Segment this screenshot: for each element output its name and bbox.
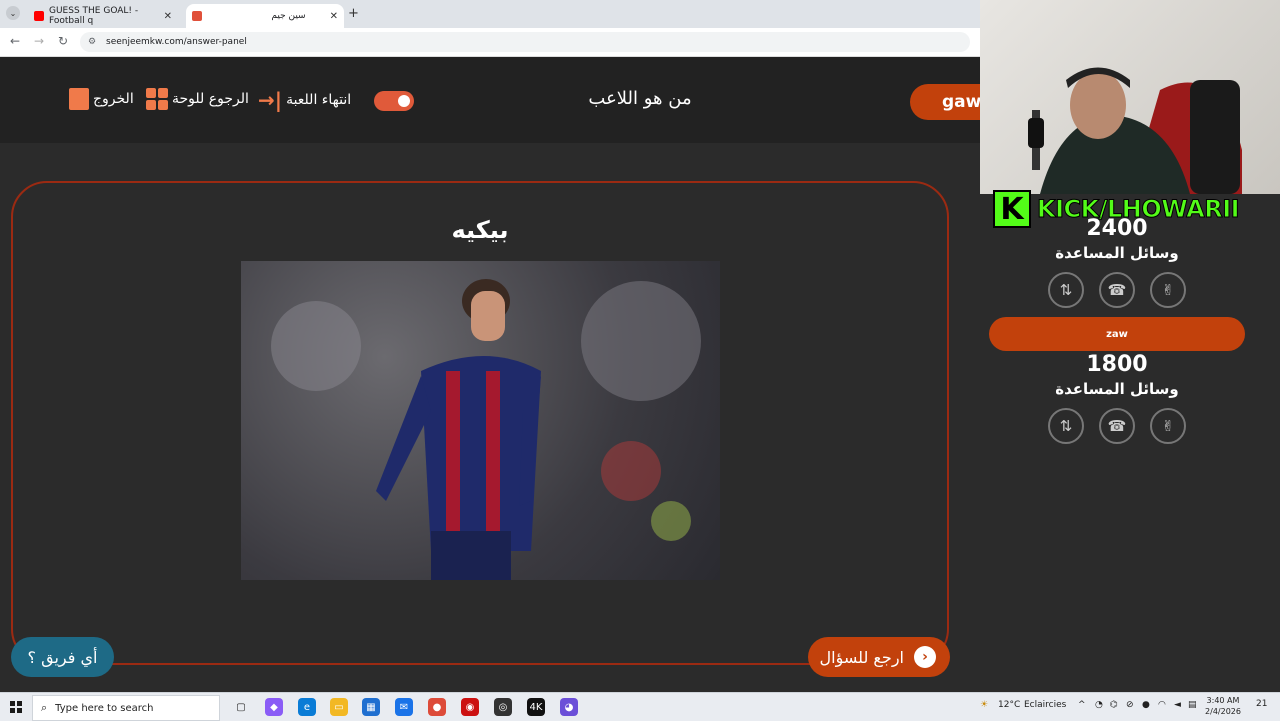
url-field[interactable]: ⚙ seenjeemkw.com/answer-panel (80, 32, 970, 52)
store-icon[interactable]: ▦ (362, 698, 380, 716)
back-arrow-icon[interactable]: ← (10, 34, 20, 48)
weather-desc[interactable]: Eclaircies (1024, 700, 1066, 710)
address-bar: ← → ↻ ⚙ seenjeemkw.com/answer-panel (0, 28, 980, 57)
network-icon[interactable]: ⌬ (1110, 700, 1118, 710)
clock-time: 3:40 AM (1206, 696, 1240, 705)
player-photo (241, 261, 720, 580)
microphone-icon[interactable]: ● (1142, 700, 1150, 710)
notification-icon[interactable]: 21 (1256, 699, 1270, 713)
player-figure (376, 279, 541, 580)
taskbar: ⌕ Type here to search ▢ ◆ e ▭ ▦ ✉ ● ◉ ◎ … (0, 692, 1280, 721)
forward-arrow-icon[interactable]: → (34, 34, 44, 48)
chevron-up-icon[interactable]: ^ (1078, 700, 1086, 710)
webcam-overlay (980, 0, 1280, 194)
site-favicon-icon (192, 11, 202, 21)
search-placeholder: Type here to search (55, 702, 154, 714)
app-red-icon[interactable]: ◉ (461, 698, 479, 716)
clock-date: 2/4/2026 (1205, 707, 1241, 716)
which-team-button[interactable]: أي فريق ؟ (11, 637, 114, 677)
youtube-icon (34, 11, 44, 21)
team1-aids: ⇅ ☎ ✌ (1048, 272, 1186, 308)
file-explorer-icon[interactable]: ▭ (330, 698, 348, 716)
tab-title: سين جيم (271, 11, 306, 21)
team1-aids-label: وسائل المساعدة (1055, 244, 1179, 262)
task-view-icon[interactable]: ▢ (232, 698, 250, 716)
obs-icon[interactable]: ◎ (494, 698, 512, 716)
url-text: seenjeemkw.com/answer-panel (106, 37, 247, 47)
copilot-icon[interactable]: ◆ (265, 698, 283, 716)
team1-score: 2400 (1086, 216, 1148, 241)
tab-title: GUESS THE GOAL! - Football q (49, 6, 139, 26)
exit-button[interactable]: الخروج (69, 88, 134, 110)
grid-icon (146, 88, 168, 110)
swap-icon[interactable]: ⇅ (1048, 272, 1084, 308)
team2-name-bar: zaw (989, 317, 1245, 351)
language-icon[interactable]: ▤ (1188, 700, 1197, 710)
taskbar-search[interactable]: ⌕ Type here to search (32, 695, 220, 721)
swap-icon[interactable]: ⇅ (1048, 408, 1084, 444)
answer-text: بيكيه (451, 216, 509, 244)
close-icon[interactable]: ✕ (164, 11, 172, 22)
new-tab-icon[interactable]: + (348, 6, 359, 21)
victory-hand-icon[interactable]: ✌ (1150, 408, 1186, 444)
browser-tab-bar: ⌄ GUESS THE GOAL! - Football q ✕ سين جيم… (0, 0, 980, 28)
close-icon[interactable]: ✕ (330, 11, 338, 22)
volume-icon[interactable]: ◄ (1174, 700, 1181, 710)
streamer-webcam (1028, 67, 1242, 194)
app-4k-icon[interactable]: 4K (527, 698, 545, 716)
search-icon: ⌕ (41, 701, 48, 714)
exit-label: الخروج (93, 91, 134, 107)
browser-tab-2[interactable]: سين جيم ✕ (186, 4, 344, 28)
back-to-board-label: الرجوع للوحة (172, 91, 249, 107)
phone-icon[interactable]: ☎ (1099, 272, 1135, 308)
team2-score: 1800 (1086, 352, 1148, 377)
arrow-right-bar-icon: →| (258, 88, 283, 112)
chevron-right-icon: › (914, 646, 936, 668)
victory-hand-icon[interactable]: ✌ (1150, 272, 1186, 308)
end-game-button[interactable]: →| انتهاء اللعبة (258, 88, 351, 112)
windows-start-icon[interactable] (10, 701, 22, 713)
reload-icon[interactable]: ↻ (58, 34, 68, 48)
end-game-label: انتهاء اللعبة (286, 92, 352, 108)
weather-temp[interactable]: 12°C (998, 700, 1020, 710)
page-title: من هو اللاعب (588, 88, 692, 109)
back-to-question-button[interactable]: ارجع للسؤال › (808, 637, 950, 677)
back-to-board-button[interactable]: الرجوع للوحة (146, 88, 249, 110)
tray-icon[interactable]: ⊘ (1126, 700, 1134, 710)
wifi-icon[interactable]: ◠ (1158, 700, 1166, 710)
edge-icon[interactable]: e (298, 698, 316, 716)
exit-door-icon (69, 88, 89, 110)
outlook-icon[interactable]: ✉ (395, 698, 413, 716)
phone-icon[interactable]: ☎ (1099, 408, 1135, 444)
tab-search-button[interactable]: ⌄ (6, 6, 20, 20)
discord-icon[interactable]: ◕ (560, 698, 578, 716)
tray-icon[interactable]: ◔ (1095, 700, 1103, 710)
browser-tab-1[interactable]: GUESS THE GOAL! - Football q ✕ (28, 4, 178, 28)
weather-icon[interactable]: ☀ (980, 700, 988, 710)
back-to-question-label: ارجع للسؤال (819, 647, 904, 667)
site-info-icon[interactable]: ⚙ (88, 37, 98, 47)
team2-aids: ⇅ ☎ ✌ (1048, 408, 1186, 444)
notification-count: 21 (1256, 699, 1268, 709)
clock[interactable]: 3:40 AM 2/4/2026 (1200, 695, 1246, 717)
team2-aids-label: وسائل المساعدة (1055, 380, 1179, 398)
chrome-icon[interactable]: ● (428, 698, 446, 716)
game-toggle-switch[interactable] (374, 91, 414, 111)
